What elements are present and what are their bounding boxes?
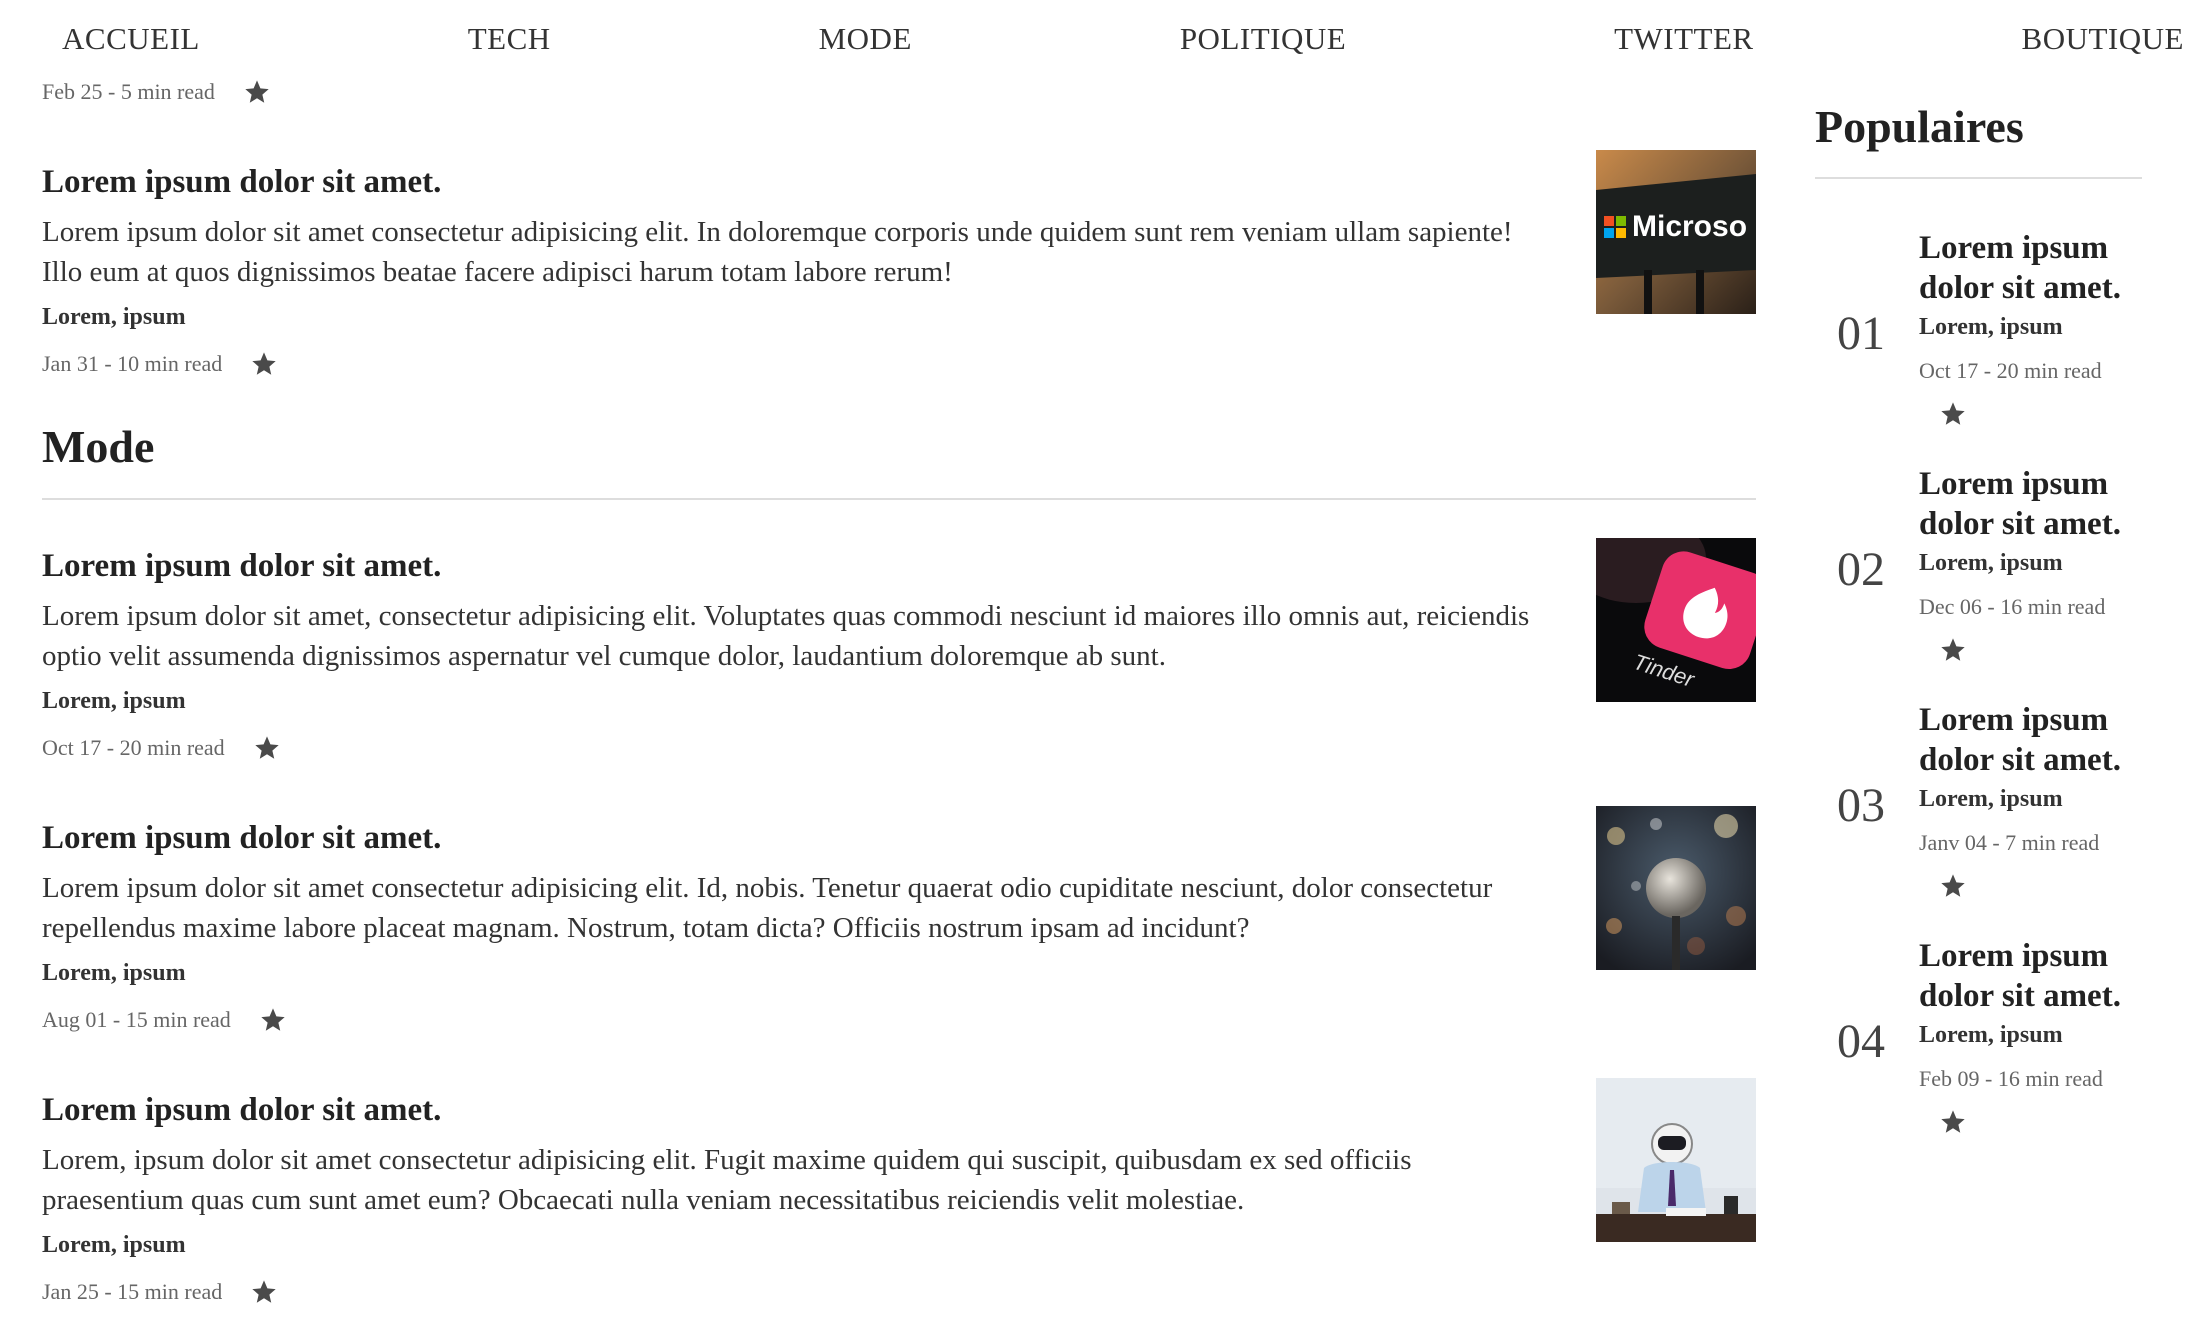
nav-link-accueil[interactable]: ACCUEIL xyxy=(62,21,200,57)
article-author: Lorem, ipsum xyxy=(42,688,186,714)
popular-rank: 02 xyxy=(1837,543,1885,596)
star-icon[interactable] xyxy=(259,1006,287,1034)
article-title[interactable]: Lorem ipsum dolor sit amet. xyxy=(42,164,441,201)
article-date: Oct 17 - 20 min read xyxy=(42,735,225,760)
popular-title[interactable]: Lorem ipsum dolor sit amet. xyxy=(1919,228,2145,308)
astronaut-desk-image[interactable] xyxy=(1596,1078,1756,1242)
popular-rank: 03 xyxy=(1837,779,1885,832)
article-meta: Feb 25 - 5 min read xyxy=(42,78,271,106)
article-meta: Oct 17 - 20 min read xyxy=(42,734,281,762)
popular-title[interactable]: Lorem ipsum dolor sit amet. xyxy=(1919,700,2145,780)
article-card[interactable]: Lorem ipsum dolor sit amet. Lorem ipsum … xyxy=(42,806,1756,1050)
article-title[interactable]: Lorem ipsum dolor sit amet. xyxy=(42,548,441,585)
section-divider xyxy=(42,498,1756,500)
svg-text:Microso: Microso xyxy=(1632,210,1747,243)
article-title[interactable]: Lorem ipsum dolor sit amet. xyxy=(42,820,441,857)
popular-item[interactable]: 02 Lorem ipsum dolor sit amet. Lorem, ip… xyxy=(1815,464,2145,700)
popular-author: Lorem, ipsum xyxy=(1919,550,2063,576)
top-nav: ACCUEIL TECH MODE POLITIQUE TWITTER BOUT… xyxy=(0,0,2202,78)
nav-link-tech[interactable]: TECH xyxy=(468,21,551,57)
popular-item[interactable]: 03 Lorem ipsum dolor sit amet. Lorem, ip… xyxy=(1815,700,2145,936)
popular-date: Feb 09 - 16 min read xyxy=(1919,1066,2103,1091)
article-title[interactable]: Lorem ipsum dolor sit amet. xyxy=(42,1092,441,1129)
nav-link-politique[interactable]: POLITIQUE xyxy=(1180,21,1346,57)
article-excerpt: Lorem ipsum dolor sit amet, consectetur … xyxy=(42,600,1530,672)
star-icon[interactable] xyxy=(1939,1108,1967,1136)
sidebar-heading: Populaires xyxy=(1815,101,2024,152)
popular-author: Lorem, ipsum xyxy=(1919,786,2063,812)
article-author: Lorem, ipsum xyxy=(42,1232,186,1258)
article-card[interactable]: Lorem ipsum dolor sit amet. Lorem ipsum … xyxy=(42,150,1756,394)
sidebar-divider xyxy=(1815,177,2142,179)
article-excerpt: Lorem ipsum dolor sit amet consectetur a… xyxy=(42,216,1513,288)
nav-link-mode[interactable]: MODE xyxy=(819,21,912,57)
tinder-app-image[interactable]: Tinder xyxy=(1596,538,1756,702)
article-card[interactable]: Lorem ipsum dolor sit amet. Lorem, ipsum… xyxy=(42,1078,1756,1322)
star-icon[interactable] xyxy=(250,350,278,378)
popular-rank: 04 xyxy=(1837,1015,1885,1068)
article-date: Jan 31 - 10 min read xyxy=(42,351,223,376)
section-title-mode: Mode xyxy=(42,421,155,472)
star-icon[interactable] xyxy=(243,78,271,106)
article-excerpt: Lorem ipsum dolor sit amet consectetur a… xyxy=(42,872,1493,944)
popular-author: Lorem, ipsum xyxy=(1919,314,2063,340)
popular-title[interactable]: Lorem ipsum dolor sit amet. xyxy=(1919,464,2145,544)
popular-date: Janv 04 - 7 min read xyxy=(1919,830,2100,855)
popular-rank: 01 xyxy=(1837,307,1885,360)
article-meta: Aug 01 - 15 min read xyxy=(42,1006,287,1034)
star-icon[interactable] xyxy=(250,1278,278,1306)
star-icon[interactable] xyxy=(1939,400,1967,428)
star-icon[interactable] xyxy=(253,734,281,762)
star-icon[interactable] xyxy=(1939,636,1967,664)
article-date: Aug 01 - 15 min read xyxy=(42,1007,231,1032)
article-meta: Jan 31 - 10 min read xyxy=(42,350,278,378)
popular-title[interactable]: Lorem ipsum dolor sit amet. xyxy=(1919,936,2145,1016)
popular-item[interactable]: 04 Lorem ipsum dolor sit amet. Lorem, ip… xyxy=(1815,936,2145,1172)
microphone-bokeh-image[interactable] xyxy=(1596,806,1756,970)
popular-date: Oct 17 - 20 min read xyxy=(1919,358,2102,383)
article-excerpt: Lorem, ipsum dolor sit amet consectetur … xyxy=(42,1144,1412,1216)
article-author: Lorem, ipsum xyxy=(42,304,186,330)
article-author: Lorem, ipsum xyxy=(42,960,186,986)
popular-author: Lorem, ipsum xyxy=(1919,1022,2063,1048)
article-card[interactable]: Lorem ipsum dolor sit amet. Lorem ipsum … xyxy=(42,538,1756,778)
nav-link-boutique[interactable]: BOUTIQUE xyxy=(2022,21,2184,57)
microsoft-sign-image[interactable]: Microso xyxy=(1596,150,1756,314)
popular-item[interactable]: 01 Lorem ipsum dolor sit amet. Lorem, ip… xyxy=(1815,228,2145,464)
nav-link-twitter[interactable]: TWITTER xyxy=(1614,21,1754,57)
article-date: Jan 25 - 15 min read xyxy=(42,1279,223,1304)
popular-date: Dec 06 - 16 min read xyxy=(1919,594,2106,619)
article-meta: Jan 25 - 15 min read xyxy=(42,1278,278,1306)
star-icon[interactable] xyxy=(1939,872,1967,900)
article-date: Feb 25 - 5 min read xyxy=(42,79,215,104)
